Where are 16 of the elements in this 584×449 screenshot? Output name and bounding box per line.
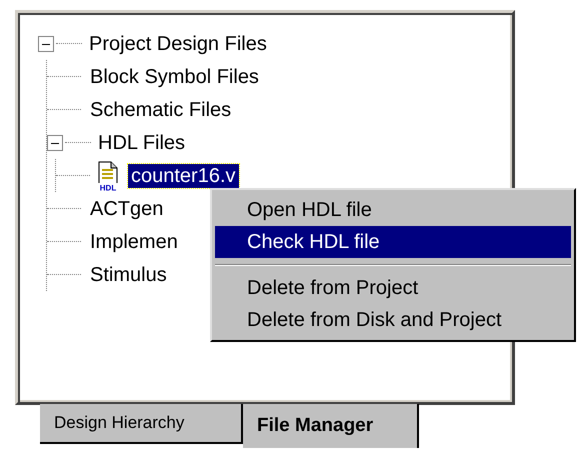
menu-item[interactable]: Open HDL file bbox=[215, 194, 571, 226]
tree-item[interactable]: counter16.v bbox=[128, 164, 239, 188]
tab[interactable]: File Manager bbox=[243, 404, 419, 448]
collapse-toggle-icon[interactable] bbox=[47, 134, 63, 150]
tree-item[interactable]: Schematic Files bbox=[87, 98, 234, 122]
tab[interactable]: Design Hierarchy bbox=[40, 404, 243, 444]
tree-item[interactable]: ACTgen bbox=[87, 196, 166, 220]
menu-item[interactable]: Delete from Project bbox=[215, 272, 571, 304]
tree-item[interactable]: Project Design Files bbox=[86, 32, 270, 56]
collapse-toggle-icon[interactable] bbox=[38, 36, 54, 52]
menu-item[interactable]: Check HDL file bbox=[215, 226, 571, 258]
tree-item[interactable]: Block Symbol Files bbox=[87, 64, 262, 88]
tree-item[interactable]: HDL Files bbox=[95, 130, 188, 154]
tree-item[interactable]: Stimulus bbox=[87, 262, 170, 286]
tree-item[interactable]: Implemen bbox=[87, 230, 181, 254]
menu-item[interactable]: Delete from Disk and Project bbox=[215, 304, 571, 336]
